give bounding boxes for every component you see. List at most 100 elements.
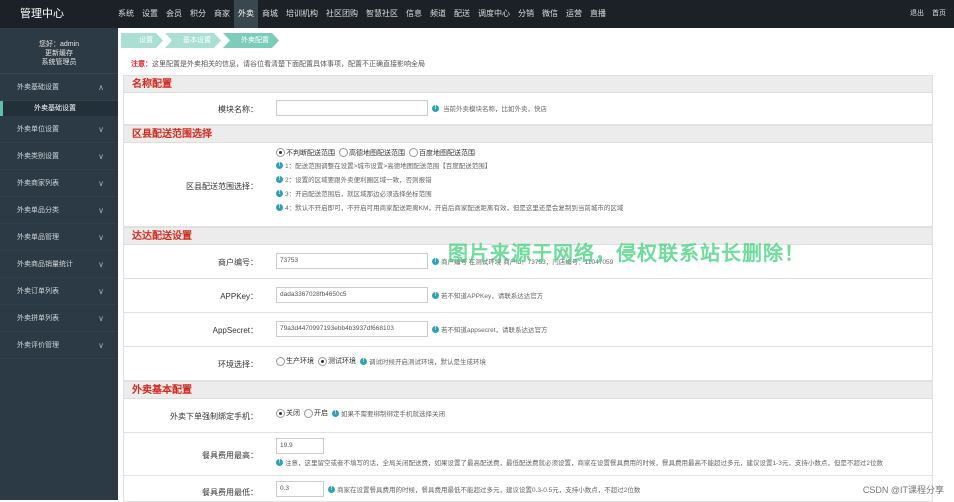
info-icon: ! (360, 357, 367, 365)
topnav-item[interactable]: 配送 (450, 0, 474, 28)
area-note: ! 4：默认不开启即可，不开启可用商家配送距离KM，开启后商家配送距离有效，但是这… (276, 200, 623, 214)
radio-option[interactable]: 百度地图配送范围 (409, 148, 475, 158)
topnav-item[interactable]: 设置 (138, 0, 162, 28)
radio-option[interactable]: 生产环境 (276, 356, 314, 366)
feemax-label: 餐具费用最高： (202, 451, 258, 460)
radio-button[interactable] (304, 408, 313, 418)
radio-button[interactable] (409, 148, 418, 157)
module-name-input[interactable] (276, 100, 428, 116)
radio-option[interactable]: 开启 (304, 408, 328, 418)
breadcrumb-basic[interactable]: 基本设置 (165, 33, 221, 48)
topnav-item[interactable]: 信息 (402, 0, 426, 28)
refresh-cache-link[interactable]: 更新缓存 (0, 49, 118, 58)
sidebar-item[interactable]: 外卖单品管理 ∨ (0, 224, 118, 251)
sidebar-item-label: 外卖单品分类 (17, 207, 59, 214)
sidebar-item[interactable]: 外卖商品销量统计 ∨ (0, 251, 118, 278)
merchant-input[interactable]: 73753 (276, 253, 428, 269)
topnav-item[interactable]: 直播 (586, 0, 610, 28)
sidebar-item[interactable]: 外卖评价管理 ∨ (0, 332, 118, 359)
sidebar-item[interactable]: 外卖订单列表 ∨ (0, 278, 118, 305)
topnav-item[interactable]: 频道 (426, 0, 450, 28)
radio-option[interactable]: 高德地图配送范围 (339, 148, 405, 158)
chevron-down-icon: ∨ (98, 314, 104, 323)
appsecret-hint: ! 若不知道appsecret，请联系达达官方 (432, 324, 548, 334)
sidebar-item-label: 外卖拼单列表 (17, 315, 59, 322)
notice-text: 这里配置是外卖相关的信息，请谷位看清楚下面配置具体事项，配置不正确直接影响全局 (152, 61, 425, 68)
topnav-item[interactable]: 智慧社区 (362, 0, 402, 28)
top-nav: 系统 设置 会员 积分 商家 外卖 商城 培训机构 社区团购 智慧社区 信息 频道 配送 调度中心 分销 微信… (114, 0, 610, 28)
chevron-down-icon: ∨ (98, 206, 104, 215)
appsecret-hint-text: 若不知道appsecret，请联系达达官方 (441, 327, 548, 334)
sidebar-item[interactable]: 外卖类别设置 ∨ (0, 143, 118, 170)
sidebar-item[interactable]: 外卖拼单列表 ∨ (0, 305, 118, 332)
info-icon: ! (432, 291, 439, 299)
radio-option[interactable]: 关闭 (276, 408, 300, 418)
radio-label: 关闭 (286, 410, 300, 417)
section-basic: 外卖基本配置 (123, 381, 933, 399)
area-row: 区县配送范围选择： 不判断配送范围 高德地图配送范围 百度地图配送范围 ! 1：配送范… (123, 143, 933, 227)
sidebar-item[interactable]: 外卖单品分类 ∨ (0, 197, 118, 224)
info-icon: ! (328, 485, 335, 493)
merchant-label: 商户编号： (218, 258, 258, 267)
bindphone-row: 外卖下单强制绑定手机： 关闭 开启 ! 如果不需要绑制绑定手机就选择关闭 (123, 399, 933, 433)
area-label: 区县配送范围选择： (186, 182, 258, 191)
radio-label: 高德地图配送范围 (349, 149, 405, 157)
feemax-hint: ! 注意，这里留空或者不填写的话，全局关闭配送费，如果设置了最高配送费，最低配送费… (276, 457, 883, 467)
topnav-item[interactable]: 外卖 (234, 0, 258, 28)
topnav-item[interactable]: 商家 (210, 0, 234, 28)
radio-label: 百度地图配送范围 (419, 149, 475, 157)
info-icon: ! (332, 409, 339, 417)
topnav-item[interactable]: 微信 (538, 0, 562, 28)
breadcrumb: 设置 基本设置 外卖配置 (121, 33, 281, 49)
feemax-input[interactable]: 19.9 (276, 438, 324, 454)
topnav-item[interactable]: 培训机构 (282, 0, 322, 28)
radio-button[interactable] (276, 356, 285, 366)
topnav-item[interactable]: 分销 (514, 0, 538, 28)
topnav-item[interactable]: 系统 (114, 0, 138, 28)
breadcrumb-settings[interactable]: 设置 (121, 33, 163, 48)
sidebar-item[interactable]: 外卖基础设置 ∧ (0, 74, 118, 101)
breadcrumb-takeout: 外卖配置 (223, 33, 279, 48)
config-form: 名称配置 模块名称： ! 当前外卖模块名称，比如外卖，快店 区县配送范围选择 区县… (123, 75, 933, 502)
module-name-row: 模块名称： ! 当前外卖模块名称，比如外卖，快店 (123, 93, 933, 125)
sidebar-item-label: 外卖类别设置 (17, 153, 59, 160)
info-icon: ! (276, 189, 283, 197)
sidebar-item-label: 外卖基础设置 (17, 84, 59, 91)
feemin-hint-text: 商家在设置餐具费用的时候，餐具费用最低不能超过多元，建议设置0.3-0.5元，支… (337, 487, 641, 494)
env-options: 生产环境 测试环境 (276, 356, 360, 366)
radio-button[interactable] (276, 408, 285, 418)
sidebar-item[interactable]: 外卖商家列表 ∨ (0, 170, 118, 197)
radio-button[interactable] (339, 148, 348, 157)
topnav-item[interactable]: 商城 (258, 0, 282, 28)
area-note-text: 1：配送范围调整在设置>城市设置>高德地图配送范围【百度配送范围】 (285, 163, 492, 170)
sidebar-subitem[interactable]: 外卖基础设置 (0, 101, 118, 116)
sidebar-item[interactable]: 外卖单位设置 ∨ (0, 116, 118, 143)
area-note: ! 2：设置的区域要跟外卖便利圈区域一致，否则报错 (276, 172, 623, 186)
radio-button[interactable] (318, 356, 327, 366)
user-role: 系统管理员 (41, 59, 77, 66)
module-name-label: 模块名称： (218, 105, 258, 114)
appsecret-input[interactable]: 79a3d4470997193ebb4b3937df668103 (276, 321, 428, 337)
app-title: 管理中心 (20, 8, 64, 20)
topnav-item[interactable]: 积分 (186, 0, 210, 28)
area-note: ! 3：开启配送范围后，就区域那边必须选择坐标范围 (276, 186, 623, 200)
appkey-input[interactable]: dada3367028fb4650c5 (276, 287, 428, 303)
top-right-links: 退出 首页 (910, 0, 946, 28)
feemin-input[interactable]: 0.3 (276, 481, 324, 497)
radio-label: 测试环境 (328, 358, 356, 365)
home-link[interactable]: 首页 (932, 0, 946, 28)
radio-button[interactable] (276, 148, 285, 157)
topnav-item[interactable]: 会员 (162, 0, 186, 28)
topnav-item[interactable]: 社区团购 (322, 0, 362, 28)
bindphone-hint: ! 如果不需要绑制绑定手机就选择关闭 (332, 408, 445, 418)
area-note-text: 2：设置的区域要跟外卖便利圈区域一致，否则报错 (285, 177, 432, 184)
topnav-item[interactable]: 调度中心 (474, 0, 514, 28)
appkey-hint: ! 若不知道APPKey，请联系达达官方 (432, 290, 543, 300)
sidebar-item-label: 外卖商品销量统计 (17, 261, 73, 268)
radio-option[interactable]: 测试环境 (318, 356, 356, 366)
env-hint-text: 调试时候开启测试环境，默认是生成环境 (369, 359, 486, 366)
radio-option[interactable]: 不判断配送范围 (276, 148, 335, 158)
topnav-item[interactable]: 运营 (562, 0, 586, 28)
logout-link[interactable]: 退出 (910, 0, 924, 28)
chevron-down-icon: ∨ (98, 179, 104, 188)
